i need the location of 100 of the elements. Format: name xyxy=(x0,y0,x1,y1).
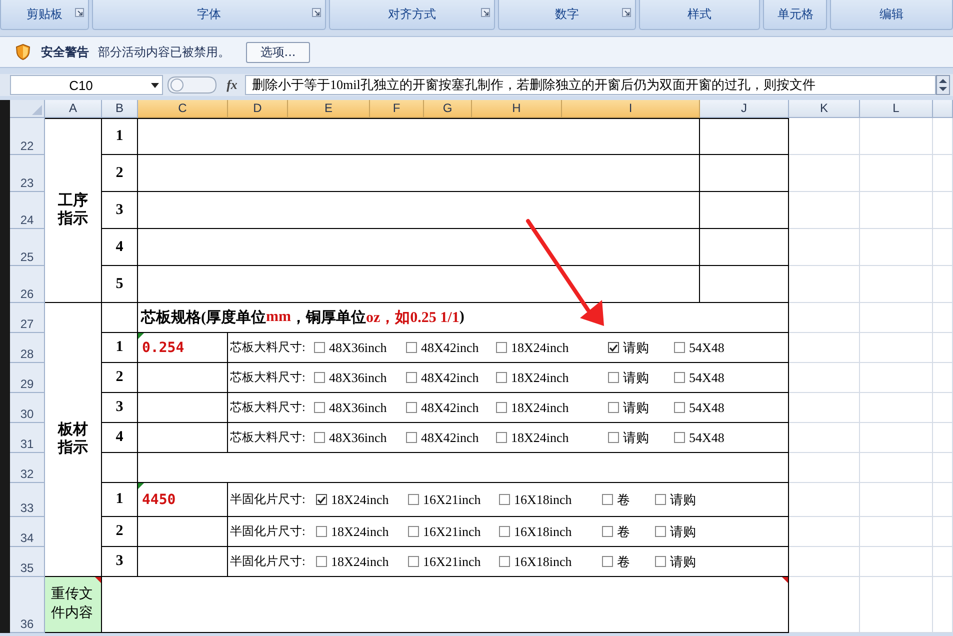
column-header[interactable]: G xyxy=(424,100,472,118)
caret-icon[interactable] xyxy=(151,82,159,88)
row-header[interactable]: 22 xyxy=(10,118,45,155)
column-header[interactable]: C xyxy=(138,100,228,118)
table-cell xyxy=(789,517,860,547)
column-header[interactable]: I xyxy=(562,100,700,118)
column-header[interactable]: D xyxy=(228,100,288,118)
checkbox[interactable] xyxy=(499,494,510,505)
table-cell xyxy=(933,266,953,303)
checkbox[interactable] xyxy=(496,342,507,353)
checkbox[interactable] xyxy=(655,526,666,537)
checkbox[interactable] xyxy=(608,372,619,383)
resize-handle-icon[interactable] xyxy=(167,76,217,94)
checkbox[interactable] xyxy=(674,372,685,383)
section-label: 工序指示 xyxy=(45,118,102,303)
insert-function-button[interactable]: fx xyxy=(219,77,245,93)
row-header[interactable]: 36 xyxy=(10,577,45,633)
expand-icon[interactable] xyxy=(936,75,950,95)
row-header[interactable]: 27 xyxy=(10,303,45,333)
column-header[interactable]: L xyxy=(860,100,933,118)
checkbox[interactable] xyxy=(674,432,685,443)
table-cell xyxy=(789,333,860,363)
field-label: 半固化片尺寸: xyxy=(229,523,306,540)
checkbox[interactable] xyxy=(496,372,507,383)
column-header[interactable]: A xyxy=(45,100,102,118)
checkbox[interactable] xyxy=(496,402,507,413)
table-cell xyxy=(933,423,953,453)
row-header[interactable]: 26 xyxy=(10,266,45,303)
warning-title: 安全警告 xyxy=(41,44,89,60)
checkbox[interactable] xyxy=(406,372,417,383)
option-label: 48X42inch xyxy=(421,430,479,446)
column-header[interactable]: K xyxy=(789,100,860,118)
checkbox[interactable] xyxy=(674,342,685,353)
column-header[interactable]: J xyxy=(700,100,789,118)
section-label: 重传文件内容 xyxy=(45,577,102,633)
option-label: 卷 xyxy=(617,490,630,508)
option-label: 54X48 xyxy=(689,430,724,446)
checkbox[interactable] xyxy=(314,342,325,353)
checkbox[interactable] xyxy=(406,432,417,443)
table-cell xyxy=(933,333,953,363)
field-label: 半固化片尺寸: xyxy=(229,553,306,570)
row-header[interactable]: 30 xyxy=(10,393,45,423)
row-header[interactable]: 35 xyxy=(10,547,45,577)
checkbox[interactable] xyxy=(316,526,327,537)
name-box[interactable]: C10 xyxy=(10,75,163,95)
checkbox[interactable] xyxy=(602,494,613,505)
row-header[interactable]: 32 xyxy=(10,453,45,483)
checkbox[interactable] xyxy=(316,556,327,567)
checkbox[interactable] xyxy=(608,342,619,353)
checkbox[interactable] xyxy=(406,342,417,353)
row-number: 3 xyxy=(102,192,138,229)
checkbox[interactable] xyxy=(314,372,325,383)
ribbon-group-label: 字体 xyxy=(197,6,222,23)
checkbox[interactable] xyxy=(408,526,419,537)
row-header[interactable]: 31 xyxy=(10,423,45,453)
row-header[interactable]: 28 xyxy=(10,333,45,363)
checkbox[interactable] xyxy=(602,526,613,537)
column-header[interactable]: H xyxy=(472,100,562,118)
option-label: 请购 xyxy=(623,428,649,446)
options-button[interactable]: 选项... xyxy=(246,42,310,62)
row-header[interactable]: 29 xyxy=(10,363,45,393)
column-header[interactable]: E xyxy=(288,100,370,118)
dialog-launcher-icon[interactable] xyxy=(312,8,322,17)
row-header[interactable]: 34 xyxy=(10,517,45,547)
checkbox[interactable] xyxy=(655,494,666,505)
checkbox[interactable] xyxy=(608,402,619,413)
row-header[interactable]: 25 xyxy=(10,229,45,266)
comment-indicator-icon xyxy=(782,577,788,583)
checkbox[interactable] xyxy=(314,432,325,443)
checkbox[interactable] xyxy=(602,556,613,567)
checkbox[interactable] xyxy=(674,402,685,413)
formula-field[interactable]: 删除小于等于10mil孔独立的开窗按塞孔制作，若删除独立的开窗后仍为双面开窗的过孔，则按文件 xyxy=(245,75,936,95)
option-label: 18X24inch xyxy=(511,340,569,356)
option-label: 48X36inch xyxy=(329,340,387,356)
checkbox[interactable] xyxy=(408,556,419,567)
dialog-launcher-icon[interactable] xyxy=(480,8,490,17)
table-cell: 4450 xyxy=(138,483,228,517)
option-label: 16X18inch xyxy=(514,524,572,540)
dialog-launcher-icon[interactable] xyxy=(622,8,631,17)
table-cell xyxy=(789,393,860,423)
checkbox[interactable] xyxy=(499,556,510,567)
column-header[interactable]: F xyxy=(370,100,424,118)
checkbox[interactable] xyxy=(406,402,417,413)
checkbox[interactable] xyxy=(408,494,419,505)
row-header[interactable]: 33 xyxy=(10,483,45,517)
checkbox[interactable] xyxy=(316,494,327,505)
field-label: 半固化片尺寸: xyxy=(229,491,306,508)
row-header[interactable]: 23 xyxy=(10,155,45,192)
checkbox[interactable] xyxy=(655,556,666,567)
checkbox[interactable] xyxy=(608,432,619,443)
checkbox[interactable] xyxy=(314,402,325,413)
checkbox[interactable] xyxy=(496,432,507,443)
row-header[interactable]: 24 xyxy=(10,192,45,229)
dialog-launcher-icon[interactable] xyxy=(74,8,84,17)
checkbox[interactable] xyxy=(499,526,510,537)
column-header[interactable] xyxy=(933,100,953,118)
option-label: 请购 xyxy=(623,338,649,356)
row-number: 3 xyxy=(102,547,138,577)
ribbon-group-label: 编辑 xyxy=(880,6,904,23)
column-header[interactable]: B xyxy=(102,100,138,118)
